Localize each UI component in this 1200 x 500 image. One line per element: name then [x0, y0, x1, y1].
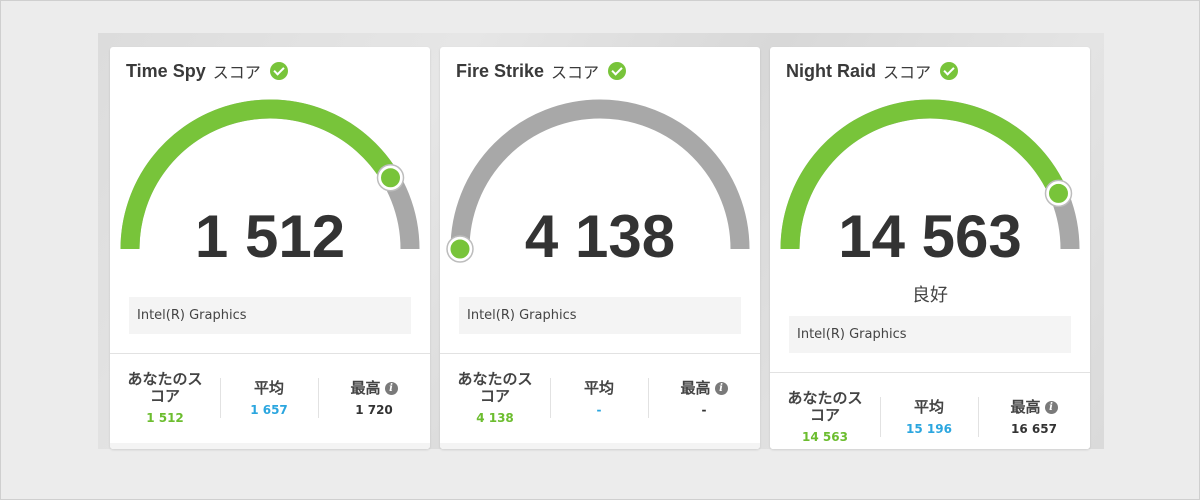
info-icon[interactable]: i: [714, 381, 728, 395]
info-icon[interactable]: i: [1044, 400, 1058, 414]
average-value: 1 657: [250, 402, 288, 417]
night-raid-score-card: Night Raid スコア 14 563 良好 Intel(R) Graphi…: [770, 47, 1090, 449]
benchmark-name: Time Spy: [126, 60, 206, 81]
average-label: 平均: [913, 397, 944, 416]
time-spy-score-card: Time Spy スコア 1 512 Intel(R) Graphics あなた…: [110, 47, 430, 449]
score-value: 4 138: [524, 203, 676, 270]
gpu-name: Intel(R) Graphics: [129, 297, 411, 334]
your-score-label: あなたのスコア: [127, 370, 203, 405]
benchmark-name: Night Raid: [786, 60, 876, 81]
score-label: スコア: [883, 63, 932, 82]
rating-label: 良好: [912, 285, 948, 306]
score-value: 1 512: [194, 203, 346, 270]
best-label-row: 最高 i: [1010, 397, 1058, 416]
your-score-label: あなたのスコア: [457, 370, 533, 405]
average-label: 平均: [253, 378, 284, 397]
best-value: 1 720: [355, 402, 393, 417]
card-footer: [110, 443, 430, 449]
score-comparison: あなたのスコア 4 138 平均 - 最高 i -: [440, 353, 760, 443]
check-icon: [269, 62, 288, 80]
your-score-value: 4 138: [476, 411, 514, 425]
score-comparison: あなたのスコア 14 563 平均 15 196 最高 i 16 657: [770, 372, 1090, 449]
score-label: スコア: [212, 63, 261, 82]
card-title: Fire Strike スコア: [456, 59, 627, 83]
average-column: 平均 1 657: [220, 354, 318, 442]
gpu-name: Intel(R) Graphics: [459, 297, 741, 334]
benchmark-name: Fire Strike: [456, 60, 545, 81]
your-score-value: 1 512: [146, 411, 184, 425]
card-footer: [440, 443, 760, 449]
best-column: 最高 i -: [648, 354, 760, 442]
fire-strike-score-card: Fire Strike スコア 4 138 Intel(R) Graphics …: [440, 47, 760, 449]
average-column: 平均 -: [550, 354, 648, 442]
your-score-column: あなたのスコア 14 563: [770, 373, 880, 449]
average-label: 平均: [583, 378, 614, 397]
best-value: 16 657: [1011, 421, 1057, 436]
best-label-row: 最高 i: [680, 378, 728, 397]
your-score-label: あなたのスコア: [787, 389, 863, 424]
your-score-column: あなたのスコア 1 512: [110, 354, 220, 442]
best-column: 最高 i 16 657: [978, 373, 1090, 449]
score-comparison: あなたのスコア 1 512 平均 1 657 最高 i 1 720: [110, 353, 430, 443]
score-value: 14 563: [838, 203, 1022, 270]
average-value: 15 196: [906, 421, 952, 436]
best-label: 最高: [680, 378, 711, 397]
gpu-name: Intel(R) Graphics: [789, 316, 1071, 353]
your-score-value: 14 563: [802, 430, 848, 444]
card-title: Night Raid スコア: [786, 59, 959, 83]
check-icon: [608, 62, 627, 80]
check-icon: [940, 62, 959, 80]
info-icon[interactable]: i: [384, 381, 398, 395]
best-column: 最高 i 1 720: [318, 354, 430, 442]
average-value: -: [596, 402, 602, 417]
best-value: -: [701, 402, 707, 417]
best-label-row: 最高 i: [350, 378, 398, 397]
best-label: 最高: [350, 378, 381, 397]
your-score-column: あなたのスコア 4 138: [440, 354, 550, 442]
best-label: 最高: [1010, 397, 1041, 416]
gauge-marker: [378, 165, 404, 191]
card-title: Time Spy スコア: [126, 59, 288, 83]
score-label: スコア: [551, 63, 600, 82]
average-column: 平均 15 196: [880, 373, 978, 449]
